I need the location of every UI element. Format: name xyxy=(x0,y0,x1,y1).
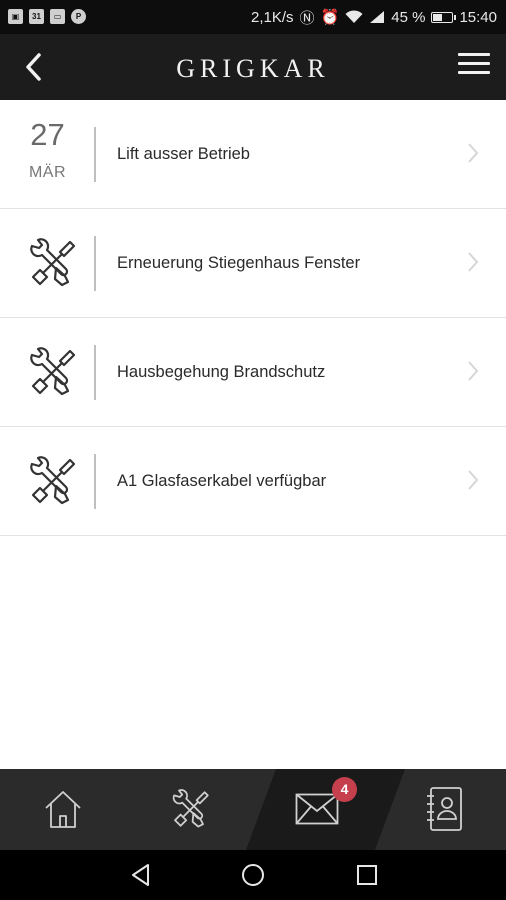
menu-line xyxy=(458,62,490,65)
app-header: GRIGKAR xyxy=(0,34,506,100)
chevron-right-icon xyxy=(468,252,479,272)
nav-repairs[interactable] xyxy=(126,769,252,850)
status-bar: ▣ 31 ▭ P 2,1K/s Ⓝ ⏰ 45 % 15:40 xyxy=(0,0,506,34)
network-speed: 2,1K/s xyxy=(251,8,294,26)
icon-block xyxy=(0,209,95,318)
nfc-icon: Ⓝ xyxy=(299,9,315,27)
news-list: 27 MÄR Lift ausser Betrieb Erneuerung St… xyxy=(0,100,506,536)
tv-icon: ▭ xyxy=(50,9,65,24)
icon-block xyxy=(0,318,95,427)
divider xyxy=(94,454,96,509)
tools-icon xyxy=(172,789,209,828)
unread-badge: 4 xyxy=(332,777,357,802)
date-block: 27 MÄR xyxy=(0,100,95,209)
calendar-icon: 31 xyxy=(29,9,44,24)
item-title: Hausbegehung Brandschutz xyxy=(117,363,326,381)
battery-percent: 45 % xyxy=(391,8,426,26)
tools-icon xyxy=(30,347,76,396)
list-item[interactable]: Erneuerung Stiegenhaus Fenster xyxy=(0,209,506,318)
mail-icon xyxy=(295,793,339,825)
chevron-right-icon xyxy=(468,470,479,490)
notification-icons: ▣ 31 ▭ P xyxy=(8,9,86,24)
contacts-book-icon xyxy=(427,787,462,831)
date-month: MÄR xyxy=(28,164,67,181)
item-title: A1 Glasfaserkabel verfügbar xyxy=(117,472,327,490)
divider xyxy=(94,345,96,400)
hamburger-menu-icon xyxy=(458,53,490,56)
alarm-icon: ⏰ xyxy=(320,9,340,26)
page-title: GRIGKAR xyxy=(176,54,330,83)
system-status: 2,1K/s Ⓝ ⏰ 45 % 15:40 xyxy=(251,0,497,34)
tools-icon xyxy=(30,238,76,287)
icon-block xyxy=(0,427,95,536)
system-recents-button[interactable] xyxy=(354,862,380,888)
clock: 15:40 xyxy=(459,8,497,26)
home-icon xyxy=(45,791,81,828)
battery-icon xyxy=(431,11,457,23)
pinterest-icon: P xyxy=(71,9,86,24)
divider xyxy=(94,127,96,182)
chevron-right-icon xyxy=(468,143,479,163)
tools-icon xyxy=(30,456,76,505)
system-navigation xyxy=(0,850,506,900)
image-icon: ▣ xyxy=(8,9,23,24)
nav-messages[interactable]: 4 xyxy=(265,769,391,850)
chevron-right-icon xyxy=(468,361,479,381)
system-back-button[interactable] xyxy=(128,862,154,888)
menu-button[interactable] xyxy=(458,53,490,79)
menu-line xyxy=(458,71,490,74)
nav-home[interactable] xyxy=(0,769,126,850)
battery-fill xyxy=(433,13,443,21)
divider xyxy=(94,236,96,291)
bottom-navigation: 4 xyxy=(0,769,506,850)
system-home-button[interactable] xyxy=(240,862,266,888)
list-item[interactable]: Hausbegehung Brandschutz xyxy=(0,318,506,427)
list-item[interactable]: A1 Glasfaserkabel verfügbar xyxy=(0,427,506,536)
signal-icon xyxy=(370,11,385,23)
wifi-icon xyxy=(345,10,363,23)
nav-contacts[interactable] xyxy=(391,769,506,850)
item-title: Erneuerung Stiegenhaus Fenster xyxy=(117,254,361,272)
list-item[interactable]: 27 MÄR Lift ausser Betrieb xyxy=(0,100,506,209)
date-day: 27 xyxy=(30,117,65,152)
item-title: Lift ausser Betrieb xyxy=(117,145,250,163)
